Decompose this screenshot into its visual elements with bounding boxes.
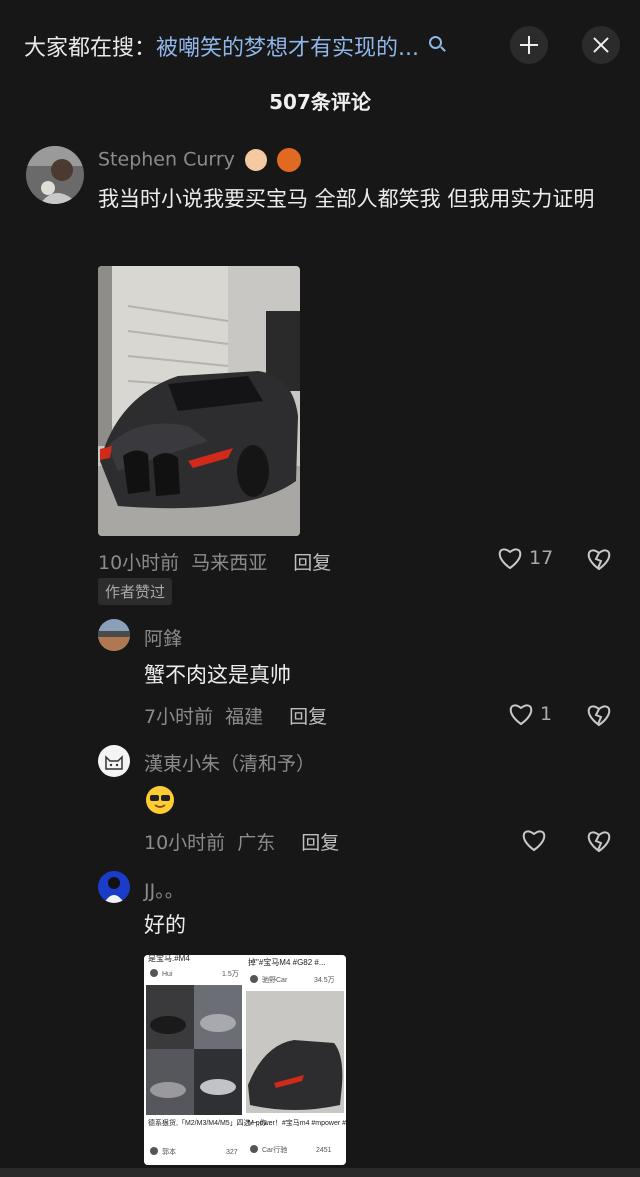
cat-avatar-icon: [105, 755, 123, 770]
sunglasses-emoji-icon: [146, 786, 174, 814]
comment-meta: 10小时前 马来西亚 回复: [98, 548, 331, 575]
search-hint[interactable]: 大家都在搜：被嘲笑的梦想才有实现的...: [24, 30, 442, 62]
left-card-likes: 1.5万: [222, 970, 239, 978]
attached-screenshot-image: 是宝马.#M4 Hui 1.5万 德系狠货,「M2/M3/M4/M5」四选一,你…: [144, 955, 346, 1165]
avatar-image: [104, 877, 124, 903]
comment-meta: 10小时前 广东 回复: [144, 828, 339, 855]
comment-count: 507条评论: [269, 90, 371, 114]
like-button[interactable]: 1: [508, 702, 552, 726]
left-card-count: 327: [226, 1149, 238, 1156]
comment-username[interactable]: 阿鋒: [144, 624, 182, 651]
reply-button[interactable]: 回复: [293, 552, 331, 574]
like-count: 1: [540, 703, 553, 725]
collapse-button[interactable]: [510, 26, 548, 64]
author-liked-badge: 作者赞过: [98, 578, 173, 605]
comment-text: 好的: [144, 913, 186, 937]
comment-time: 10小时前: [98, 552, 180, 574]
comment-location: 福建: [225, 706, 264, 728]
comment-time: 7小时前: [144, 706, 214, 728]
comment-location: 广东: [237, 832, 276, 854]
avatar[interactable]: [98, 745, 130, 777]
left-card-user: Hui: [162, 971, 173, 978]
comment-location: 马来西亚: [191, 552, 268, 574]
heart-icon: [497, 546, 523, 570]
avatar-image: [98, 619, 130, 651]
attached-screenshot[interactable]: 是宝马.#M4 Hui 1.5万 德系狠货,「M2/M3/M4/M5」四选一,你…: [144, 955, 346, 1165]
comment-meta: 7小时前 福建 回复: [144, 702, 327, 729]
search-prefix: 大家都在搜：: [24, 36, 157, 61]
right-card-caption: M power！#宝马m4 #mpower #dou是好...: [248, 1118, 346, 1127]
right-card-user: 驰野Car: [262, 975, 288, 984]
avatar[interactable]: [98, 619, 130, 651]
comment-username[interactable]: Stephen Curry: [98, 148, 302, 172]
dislike-button[interactable]: [586, 703, 612, 727]
comment-text: 蟹不肉这是真帅: [144, 663, 291, 687]
comment-username[interactable]: 漢東小朱（清和予）: [144, 749, 315, 776]
comment-time: 10小时前: [144, 832, 226, 854]
heart-icon: [521, 828, 547, 852]
like-button[interactable]: [521, 828, 547, 852]
broken-heart-icon: [586, 703, 612, 727]
car-photo[interactable]: [98, 266, 300, 536]
top-bar: 大家都在搜：被嘲笑的梦想才有实现的...: [0, 0, 640, 90]
right-card-top: 掉"#宝马M4 #G82 #...: [248, 957, 326, 967]
like-button[interactable]: 17: [497, 546, 553, 570]
ok-hand-emoji-icon: [244, 149, 267, 171]
right-card-author: Car行驰: [262, 1145, 287, 1154]
like-count: 17: [529, 547, 554, 569]
bottom-bar: [0, 1168, 640, 1177]
comment-text: 我当时小说我要买宝马 全部人都笑我 但我用实力证明: [98, 187, 595, 211]
dislike-button[interactable]: [586, 829, 612, 853]
heart-icon: [508, 702, 534, 726]
car-photo-image: [98, 266, 300, 536]
search-topic-link[interactable]: 被嘲笑的梦想才有实现的...: [156, 36, 419, 61]
basketball-emoji-icon: [277, 148, 302, 172]
avatar-image: [26, 146, 84, 204]
reply-button[interactable]: 回复: [301, 832, 339, 854]
avatar[interactable]: [98, 871, 130, 903]
broken-heart-icon: [586, 547, 612, 571]
left-card-author: 郭本: [162, 1147, 176, 1156]
right-card-likes: 34.5万: [314, 976, 335, 984]
left-card-top: 是宝马.#M4: [148, 955, 190, 963]
close-button[interactable]: [582, 26, 620, 64]
dislike-button[interactable]: [586, 547, 612, 571]
right-card-count: 2451: [316, 1147, 332, 1154]
broken-heart-icon: [586, 829, 612, 853]
comment-username[interactable]: JJ。。: [144, 876, 184, 903]
username-text[interactable]: Stephen Curry: [98, 149, 235, 171]
avatar[interactable]: [26, 146, 84, 204]
search-icon: [429, 36, 442, 49]
reply-button[interactable]: 回复: [289, 706, 327, 728]
